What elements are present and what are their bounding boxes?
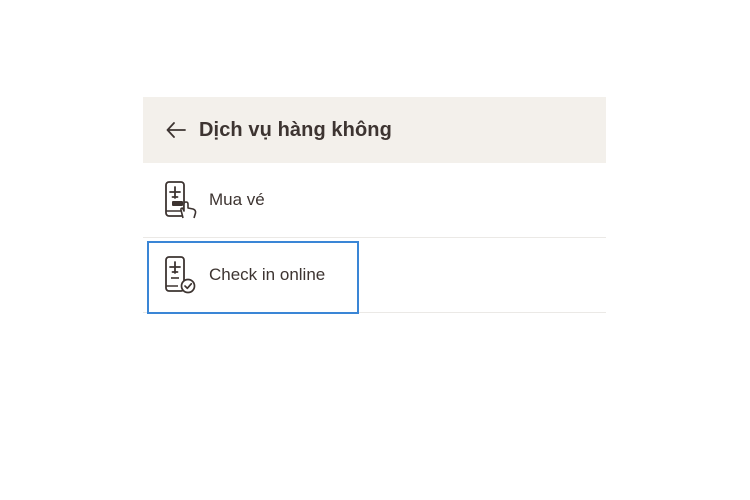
page-title: Dịch vụ hàng không	[199, 118, 392, 141]
list-item-label: Check in online	[209, 265, 326, 284]
phone-plane-checkmark-icon	[163, 255, 199, 295]
header-bar: Dịch vụ hàng không	[143, 97, 606, 163]
arrow-left-icon	[166, 122, 186, 138]
airline-services-panel: Dịch vụ hàng không Mua vé Check in onlin…	[143, 97, 606, 314]
list-item-buy-ticket[interactable]: Mua vé	[143, 163, 606, 238]
phone-plane-ticket-hand-icon	[163, 180, 199, 220]
back-button[interactable]	[165, 119, 187, 141]
list-item-check-in-online[interactable]: Check in online	[143, 238, 606, 314]
list-item-label: Mua vé	[209, 190, 265, 209]
